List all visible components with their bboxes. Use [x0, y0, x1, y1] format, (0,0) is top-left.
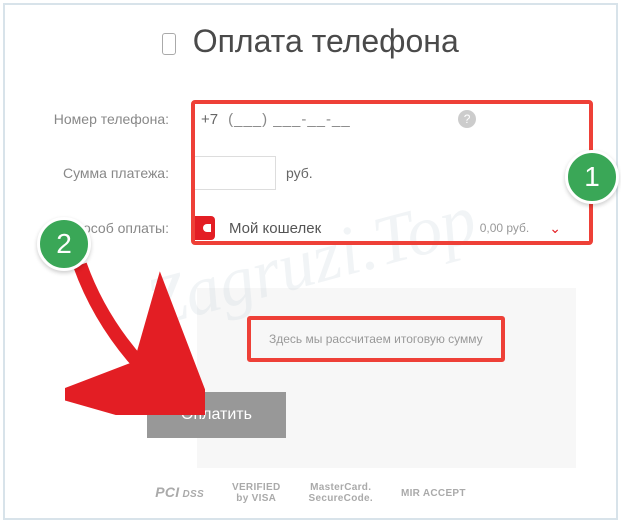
verified-by-visa-logo: VERIFIEDby VISA [232, 482, 281, 504]
amount-input[interactable] [191, 156, 276, 190]
mir-accept-logo: MIR ACCEPT [401, 488, 466, 499]
wallet-name: Мой кошелек [229, 220, 480, 237]
phone-row: Номер телефона: +7 (___) ___-__-__ ? [45, 100, 576, 138]
mastercard-securecode-logo: MasterCard.SecureCode. [309, 482, 373, 504]
page-header: Оплата телефона [5, 5, 616, 70]
phone-mask[interactable]: (___) ___-__-__ [228, 111, 428, 128]
phone-label: Номер телефона: [45, 111, 191, 127]
annotation-badge-1: 1 [565, 150, 619, 204]
wallet-balance: 0,00 руб. [480, 221, 530, 235]
phone-input[interactable]: +7 (___) ___-__-__ ? [191, 100, 476, 138]
footer-logos: PCI DSS VERIFIEDby VISA MasterCard.Secur… [5, 482, 616, 504]
method-row: особ оплаты: Мой кошелек 0,00 руб. ⌄ [45, 208, 576, 248]
phone-prefix: +7 [191, 111, 228, 128]
chevron-down-icon: ⌄ [549, 220, 561, 237]
page-title: Оплата телефона [193, 23, 459, 60]
currency-label: руб. [286, 165, 313, 181]
wallet-selector[interactable]: Мой кошелек 0,00 руб. ⌄ [191, 208, 561, 248]
phone-icon [162, 33, 176, 55]
pci-dss-logo: PCI DSS [155, 485, 204, 500]
summary-hint: Здесь мы рассчитаем итоговую сумму [247, 316, 505, 362]
pay-button[interactable]: Оплатить [147, 392, 286, 438]
annotation-badge-2: 2 [37, 217, 91, 271]
wallet-icon [191, 216, 215, 240]
summary-section: Здесь мы рассчитаем итоговую сумму Оплат… [197, 288, 576, 468]
amount-row: Сумма платежа: руб. [45, 156, 576, 190]
annotation-arrow [65, 255, 205, 415]
payment-form: Номер телефона: +7 (___) ___-__-__ ? Сум… [5, 70, 616, 248]
amount-label: Сумма платежа: [45, 165, 191, 181]
help-icon[interactable]: ? [458, 110, 476, 128]
